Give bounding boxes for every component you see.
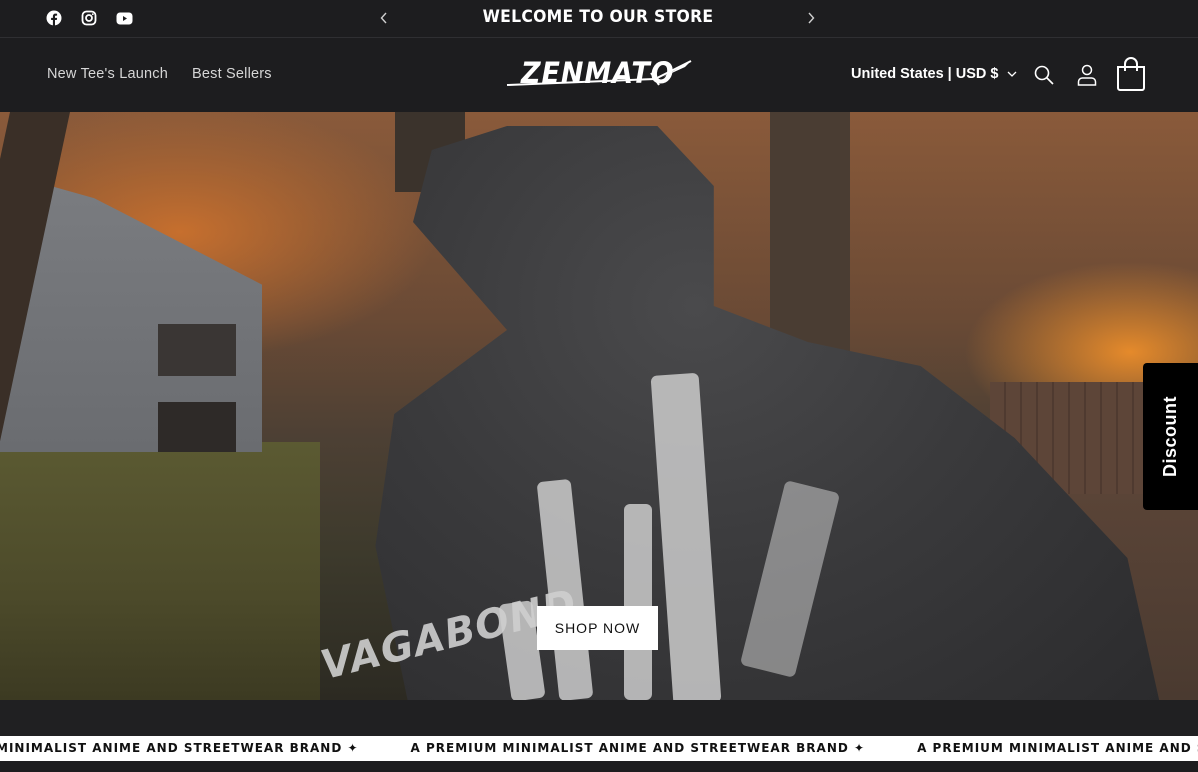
search-icon (1034, 65, 1054, 85)
account-icon (1077, 64, 1097, 86)
youtube-icon[interactable] (115, 9, 133, 27)
announcement-bar: WELCOME TO OUR STORE (0, 0, 1198, 38)
account-button[interactable] (1076, 63, 1098, 87)
hero-window (158, 402, 236, 452)
previous-announcement-button[interactable] (374, 8, 394, 28)
marquee-banner: MINIMALIST ANIME AND STREETWEAR BRAND ✦ … (0, 736, 1198, 761)
marquee-track: MINIMALIST ANIME AND STREETWEAR BRAND ✦ … (0, 741, 1198, 755)
marquee-item: A PREMIUM MINIMALIST ANIME AND STREETWEA… (917, 741, 1198, 755)
next-announcement-button[interactable] (801, 8, 821, 28)
marquee-item: A PREMIUM MINIMALIST ANIME AND STREETWEA… (410, 741, 866, 755)
locale-label: United States | USD $ (851, 66, 999, 82)
announcement-message: WELCOME TO OUR STORE (482, 7, 714, 27)
site-logo[interactable]: ZENMATO (505, 55, 693, 97)
locale-selector[interactable]: United States | USD $ (851, 66, 1017, 82)
shop-now-button[interactable]: SHOP NOW (537, 606, 658, 650)
social-links (45, 9, 133, 27)
footer-strip (0, 761, 1198, 772)
hero-window (158, 324, 236, 376)
hero-tree (770, 112, 850, 362)
discount-tab-label: Discount (1160, 395, 1181, 478)
site-header: New Tee's Launch Best Sellers ZENMATO Un… (0, 39, 1198, 112)
cart-button[interactable] (1113, 55, 1149, 93)
hero-lawn (0, 442, 320, 700)
nav-link-best-sellers[interactable]: Best Sellers (192, 66, 272, 82)
nav-link-new-tees[interactable]: New Tee's Launch (47, 66, 168, 82)
search-button[interactable] (1033, 64, 1055, 86)
chevron-right-icon (808, 12, 815, 24)
instagram-icon[interactable] (80, 9, 98, 27)
hoodie-print-stroke (624, 504, 652, 700)
chevron-left-icon (380, 12, 387, 24)
discount-tab[interactable]: Discount (1143, 363, 1198, 510)
main-nav: New Tee's Launch Best Sellers (47, 66, 272, 82)
marquee-item: MINIMALIST ANIME AND STREETWEAR BRAND ✦ (0, 741, 359, 755)
cart-icon (1117, 57, 1145, 91)
facebook-icon[interactable] (45, 9, 63, 27)
logo-text: ZENMATO (521, 56, 675, 90)
chevron-down-icon (1008, 71, 1017, 77)
section-divider (0, 700, 1198, 736)
